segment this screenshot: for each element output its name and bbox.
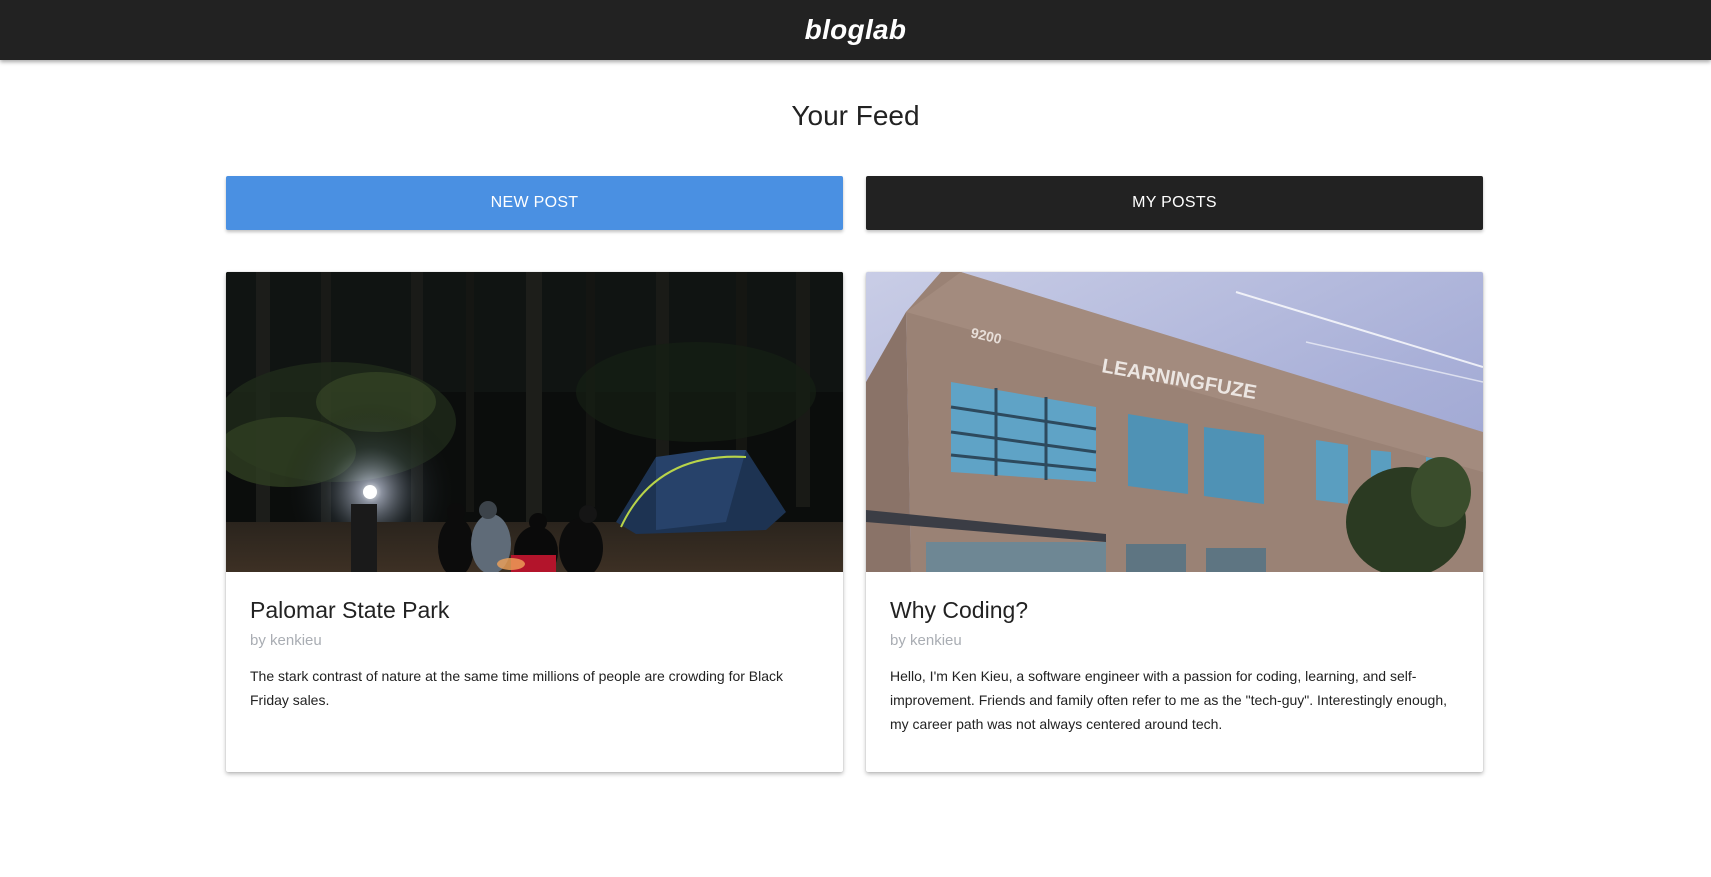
post-card[interactable]: 9200 LEARNINGFUZE Why Coding? by kenkieu… (866, 272, 1483, 772)
page-title: Your Feed (791, 100, 920, 131)
post-card[interactable]: Palomar State Park by kenkieu The stark … (226, 272, 843, 772)
post-excerpt: Hello, I'm Ken Kieu, a software engineer… (890, 668, 1447, 732)
new-post-button[interactable]: NEW POST (226, 176, 843, 230)
post-excerpt: The stark contrast of nature at the same… (250, 668, 784, 708)
top-navbar: bloglab (0, 0, 1711, 60)
building-photo: 9200 LEARNINGFUZE (866, 272, 1483, 572)
post-image-campsite[interactable] (226, 272, 843, 572)
my-posts-button[interactable]: MY POSTS (866, 176, 1483, 230)
post-author: by kenkieu (890, 632, 962, 649)
brand-logo[interactable]: bloglab (805, 14, 907, 46)
post-image-building[interactable]: 9200 LEARNINGFUZE (866, 272, 1483, 572)
campsite-photo (226, 272, 843, 572)
post-title[interactable]: Palomar State Park (250, 597, 449, 624)
post-author: by kenkieu (250, 632, 322, 649)
post-title[interactable]: Why Coding? (890, 597, 1028, 624)
